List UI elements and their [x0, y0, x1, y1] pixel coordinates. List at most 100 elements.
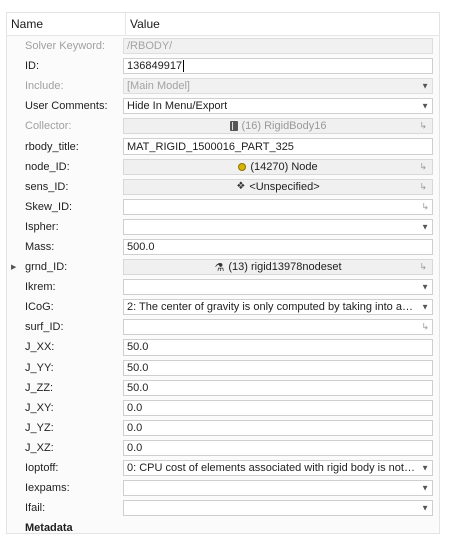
id-label: ID: — [25, 60, 40, 73]
j-yz-input[interactable]: 0.0 — [123, 419, 433, 436]
metadata-section-header: Metadata — [25, 522, 73, 534]
ispher-label: Ispher: — [25, 220, 59, 233]
node-id-label: node_ID: — [25, 160, 70, 173]
row-sens-id: sens_ID: ❖ <Unspecified> ↳ — [7, 177, 439, 197]
entity-picker-icon[interactable]: ↳ — [419, 121, 427, 132]
surf-id-selector[interactable]: ↳ — [123, 319, 433, 336]
collector-selector[interactable]: (16) RigidBody16 ↳ — [123, 118, 433, 135]
grnd-id-label: ▶ grnd_ID: — [7, 261, 121, 273]
ioptoff-select[interactable]: 0: CPU cost of elements associated with … — [123, 459, 433, 477]
j-yy-value: 50.0 — [127, 361, 149, 374]
j-xz-label: J_XZ: — [25, 441, 54, 454]
row-rbody-title: rbody_title: MAT_RIGID_1500016_PART_325 — [7, 136, 439, 156]
j-xz-input[interactable]: 0.0 — [123, 439, 433, 456]
row-id: ID: 136849917 — [7, 56, 439, 76]
user-comments-label: User Comments: — [25, 100, 108, 113]
row-ispher: Ispher: ▼ — [7, 217, 439, 237]
j-yy-input[interactable]: 50.0 — [123, 359, 433, 376]
user-comments-value: Hide In Menu/Export — [127, 100, 228, 113]
row-j-xy: J_XY: 0.0 — [7, 398, 439, 418]
row-skew-id: Skew_ID: ↳ — [7, 197, 439, 217]
chevron-down-icon[interactable]: ▼ — [421, 484, 429, 493]
grnd-id-value: (13) rigid13978nodeset — [228, 261, 342, 274]
chevron-down-icon[interactable]: ▼ — [421, 102, 429, 111]
chevron-down-icon[interactable]: ▼ — [421, 283, 429, 292]
row-collector: Collector: (16) RigidBody16 ↳ — [7, 116, 439, 136]
chevron-down-icon[interactable]: ▼ — [421, 222, 429, 231]
id-input[interactable]: 136849917 — [123, 58, 433, 75]
entity-picker-icon[interactable]: ↳ — [419, 181, 427, 192]
row-j-xz: J_XZ: 0.0 — [7, 438, 439, 458]
include-label: Include: — [25, 80, 64, 93]
surf-id-label: surf_ID: — [25, 321, 64, 334]
icog-select[interactable]: 2: The center of gravity is only compute… — [123, 299, 433, 316]
mass-label: Mass: — [25, 240, 55, 253]
iexpams-select[interactable]: ▼ — [123, 480, 433, 497]
j-xx-value: 50.0 — [127, 341, 149, 354]
rbody-title-label: rbody_title: — [25, 140, 79, 153]
collector-value: (16) RigidBody16 — [241, 120, 327, 133]
row-ioptoff: Ioptoff: 0: CPU cost of elements associa… — [7, 458, 439, 478]
ifail-label: Ifail: — [25, 502, 46, 515]
entity-picker-icon[interactable]: ↳ — [419, 262, 427, 273]
sens-id-label: sens_ID: — [25, 180, 69, 193]
chevron-down-icon[interactable]: ▼ — [421, 82, 429, 91]
row-ifail: Ifail: ▼ — [7, 498, 439, 518]
grnd-id-selector[interactable]: ⚗ (13) rigid13978nodeset ↳ — [123, 259, 433, 276]
node-id-value: (14270) Node — [250, 160, 318, 173]
user-comments-select[interactable]: Hide In Menu/Export ▼ — [123, 98, 433, 115]
ikrem-select[interactable]: ▼ — [123, 279, 433, 296]
solver-keyword-label: Solver Keyword: — [25, 40, 106, 53]
skew-id-label: Skew_ID: — [25, 200, 73, 213]
chevron-down-icon[interactable]: ▼ — [421, 303, 429, 312]
iexpams-label: Iexpams: — [25, 482, 70, 495]
row-iexpams: Iexpams: ▼ — [7, 478, 439, 498]
node-id-selector[interactable]: (14270) Node ↳ — [123, 158, 433, 175]
j-xy-value: 0.0 — [127, 401, 143, 414]
node-icon — [238, 162, 247, 171]
property-table: Name Value Solver Keyword: /RBODY/ ID: 1… — [6, 12, 440, 534]
row-icog: ICoG: 2: The center of gravity is only c… — [7, 297, 439, 317]
ioptoff-label: Ioptoff: — [25, 462, 59, 475]
row-j-yz: J_YZ: 0.0 — [7, 418, 439, 438]
j-yy-label: J_YY: — [25, 361, 54, 374]
j-yz-label: J_YZ: — [25, 421, 54, 434]
rigidbody-book-icon — [229, 121, 238, 132]
chevron-down-icon[interactable]: ▼ — [421, 464, 429, 473]
include-select[interactable]: [Main Model] ▼ — [123, 78, 433, 95]
value-column-header[interactable]: Value — [126, 13, 439, 35]
chevron-down-icon[interactable]: ▼ — [421, 504, 429, 513]
j-xx-label: J_XX: — [25, 341, 55, 354]
ispher-select[interactable]: ▼ — [123, 218, 433, 235]
row-j-xx: J_XX: 50.0 — [7, 337, 439, 357]
collector-label: Collector: — [25, 120, 72, 133]
entity-picker-icon[interactable]: ↳ — [419, 161, 427, 172]
skew-id-selector[interactable]: ↳ — [123, 198, 433, 215]
row-solver-keyword: Solver Keyword: /RBODY/ — [7, 36, 439, 56]
nodeset-icon: ⚗ — [214, 261, 225, 274]
row-ikrem: Ikrem: ▼ — [7, 277, 439, 297]
sens-id-selector[interactable]: ❖ <Unspecified> ↳ — [123, 178, 433, 195]
name-column-header[interactable]: Name — [7, 13, 126, 35]
mass-value: 500.0 — [127, 240, 155, 253]
text-cursor — [183, 60, 185, 73]
j-xy-label: J_XY: — [25, 401, 54, 414]
expand-arrow-icon[interactable]: ▶ — [11, 263, 16, 271]
mass-input[interactable]: 500.0 — [123, 238, 433, 256]
sens-id-value: <Unspecified> — [249, 180, 320, 193]
icog-label: ICoG: — [25, 301, 54, 314]
row-grnd-id: ▶ grnd_ID: ⚗ (13) rigid13978nodeset ↳ — [7, 257, 439, 277]
row-surf-id: surf_ID: ↳ — [7, 317, 439, 337]
entity-picker-icon[interactable]: ↳ — [421, 322, 429, 333]
j-xy-input[interactable]: 0.0 — [123, 399, 433, 416]
icog-value: 2: The center of gravity is only compute… — [127, 301, 418, 314]
ifail-select[interactable]: ▼ — [123, 500, 433, 517]
j-xx-input[interactable]: 50.0 — [123, 339, 433, 356]
table-header: Name Value — [7, 13, 439, 36]
j-zz-value: 50.0 — [127, 381, 149, 394]
j-zz-input[interactable]: 50.0 — [123, 379, 433, 396]
entity-picker-icon[interactable]: ↳ — [421, 201, 429, 212]
row-mass: Mass: 500.0 — [7, 237, 439, 257]
solver-keyword-value: /RBODY/ — [127, 40, 173, 53]
rbody-title-input[interactable]: MAT_RIGID_1500016_PART_325 — [123, 138, 433, 155]
